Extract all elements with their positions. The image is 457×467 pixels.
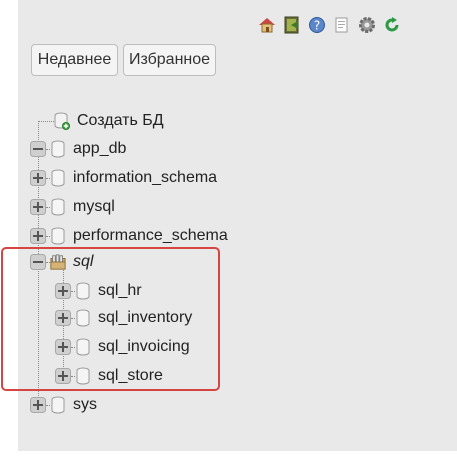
database-icon [50,227,66,245]
database-icon [50,140,66,158]
tree-item-label[interactable]: information_schema [73,169,217,187]
reload-icon[interactable] [381,14,403,36]
database-icon [50,396,66,414]
tree-connector [46,148,50,150]
tree-connector [46,235,50,237]
help-icon[interactable]: ? [306,14,328,36]
tree-item-create-db[interactable]: Создать БД [54,110,164,132]
tree-item-label[interactable]: mysql [73,198,115,216]
tree-item-sys[interactable]: sys [30,394,97,416]
highlight-annotation [1,247,220,391]
tree-connector [46,206,50,208]
navigation-toolbar: ? [256,14,403,36]
tree-item-label[interactable]: Создать БД [77,112,164,130]
tree-item-label[interactable]: performance_schema [73,227,228,245]
tree-connector [46,177,50,179]
expand-icon[interactable] [30,228,46,244]
collapse-icon[interactable] [30,141,46,157]
expand-icon[interactable] [30,397,46,413]
svg-text:?: ? [314,19,320,33]
tab-favorites[interactable]: Избранное [123,44,216,76]
tree-item-label[interactable]: sys [73,396,97,414]
database-icon [50,169,66,187]
database-icon [50,198,66,216]
expand-icon[interactable] [30,170,46,186]
tree-item-label[interactable]: app_db [73,140,126,158]
tree-connector [38,121,54,122]
tree-connector [46,404,50,406]
home-icon[interactable] [256,14,278,36]
settings-icon[interactable] [356,14,378,36]
tree-item-performance-schema[interactable]: performance_schema [30,225,228,247]
tree-item-information-schema[interactable]: information_schema [30,167,217,189]
docs-icon[interactable] [331,14,353,36]
logout-icon[interactable] [281,14,303,36]
new-database-icon [54,112,70,130]
tree-item-mysql[interactable]: mysql [30,196,115,218]
expand-icon[interactable] [30,199,46,215]
tab-recent[interactable]: Недавнее [31,44,118,76]
tree-item-app-db[interactable]: app_db [30,138,126,160]
